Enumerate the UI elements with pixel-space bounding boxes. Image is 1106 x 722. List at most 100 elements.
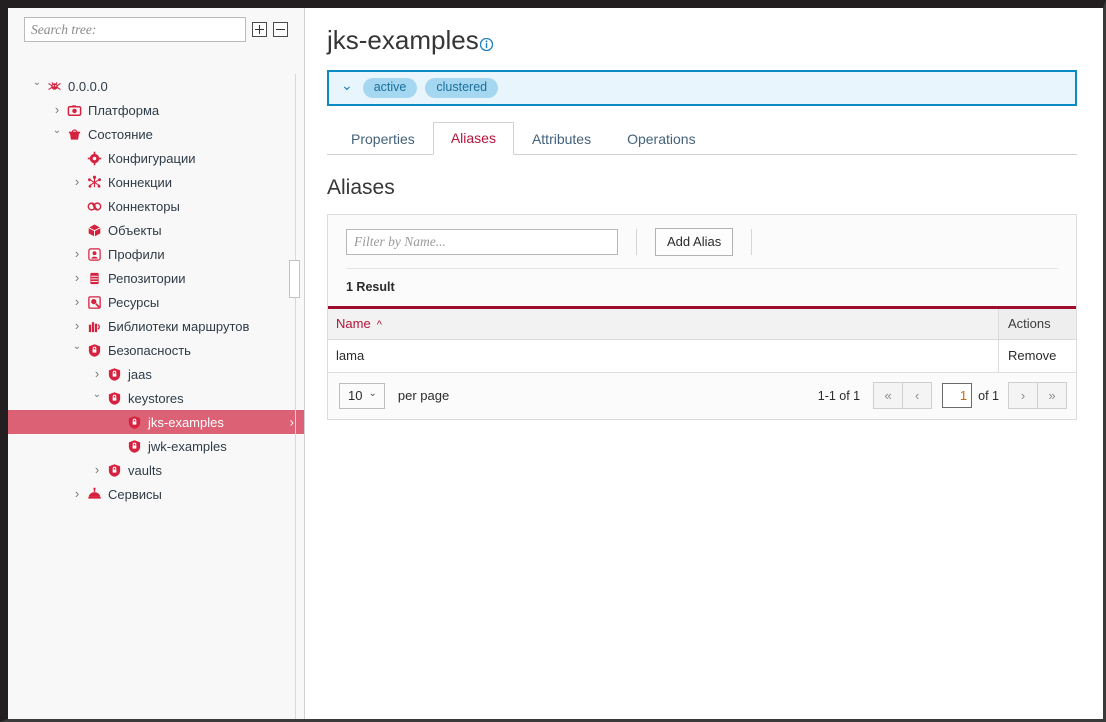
tree-item-[interactable]: Объекты — [8, 218, 304, 242]
section-title: Aliases — [327, 176, 1077, 200]
tree-item-label: Коннекторы — [108, 199, 180, 214]
gear-icon — [84, 151, 104, 166]
table-row[interactable]: lamaRemove — [328, 340, 1076, 373]
tree-item-label: Ресурсы — [108, 295, 159, 310]
chevron-down-icon: ⌄ — [368, 388, 376, 399]
tree-item-[interactable]: Ресурсы — [8, 290, 304, 314]
tree-item-[interactable]: Платформа — [8, 98, 304, 122]
tree-item-jks-examples[interactable]: jks-examples › — [8, 410, 304, 434]
cube-icon — [84, 223, 104, 238]
tree-sidebar: 0.0.0.0 Платформа Состояние Конфигурации Кон… — [8, 8, 305, 719]
chevron-right-icon[interactable] — [70, 247, 84, 261]
info-icon[interactable] — [480, 27, 493, 40]
tree-item-[interactable]: Репозитории — [8, 266, 304, 290]
filter-by-name-input[interactable] — [346, 229, 618, 255]
status-badge-active: active — [363, 78, 418, 98]
tree-item-label: Профили — [108, 247, 165, 262]
shield-icon — [124, 415, 144, 430]
first-page-button[interactable]: « — [873, 382, 903, 409]
profile-icon — [84, 247, 104, 262]
tree-search-row — [8, 8, 304, 42]
expand-all-icon[interactable] — [252, 22, 267, 37]
tree-item-[interactable]: Профили — [8, 242, 304, 266]
search-tree-input[interactable] — [24, 17, 246, 42]
tree-item-keystores[interactable]: keystores — [8, 386, 304, 410]
chevron-down-icon[interactable]: ⌄ — [341, 78, 353, 92]
chevron-right-icon[interactable] — [90, 367, 104, 381]
tree-item-label: Коннекции — [108, 175, 172, 190]
add-alias-button[interactable]: Add Alias — [655, 228, 733, 256]
status-bar: ⌄ active clustered — [327, 70, 1077, 106]
chevron-right-icon[interactable] — [90, 463, 104, 477]
tree-item-[interactable]: Коннекторы — [8, 194, 304, 218]
tree-item-label: Репозитории — [108, 271, 185, 286]
last-page-button[interactable]: » — [1037, 382, 1067, 409]
tree-item-[interactable]: Конфигурации — [8, 146, 304, 170]
tree-scrollbar-track — [295, 74, 296, 719]
tree-item-0-0-0-0[interactable]: 0.0.0.0 — [8, 74, 304, 98]
aliases-toolbar: Add Alias — [328, 215, 1076, 268]
tree-item-[interactable]: Сервисы — [8, 482, 304, 506]
chevron-down-icon[interactable] — [50, 129, 64, 139]
tree-item-label: Безопасность — [108, 343, 191, 358]
chevron-down-icon[interactable] — [70, 345, 84, 355]
table-header-row: Name^ Actions — [328, 309, 1076, 340]
tree-item-label: Сервисы — [108, 487, 162, 502]
chevron-right-icon[interactable] — [70, 175, 84, 189]
connect-icon — [84, 199, 104, 214]
status-badge-clustered: clustered — [425, 78, 498, 98]
total-pages-label: of 1 — [978, 389, 999, 403]
tree-item-label: keystores — [128, 391, 184, 406]
toolbar-divider-2 — [751, 229, 752, 255]
tab-aliases[interactable]: Aliases — [433, 122, 514, 155]
tree-item-[interactable]: Состояние — [8, 122, 304, 146]
services-icon — [84, 487, 104, 502]
tab-operations[interactable]: Operations — [609, 123, 713, 155]
chevron-right-icon[interactable] — [70, 319, 84, 333]
tree-item-[interactable]: Библиотеки маршрутов — [8, 314, 304, 338]
tree-item-label: Состояние — [88, 127, 153, 142]
chevron-right-icon[interactable] — [70, 295, 84, 309]
tab-bar: PropertiesAliasesAttributesOperations — [327, 120, 1077, 155]
tab-attributes[interactable]: Attributes — [514, 123, 609, 155]
tree-item-vaults[interactable]: vaults — [8, 458, 304, 482]
aliases-table: Name^ Actions lamaRemove — [328, 309, 1076, 373]
chevron-down-icon[interactable] — [30, 81, 44, 91]
shield-icon — [104, 367, 124, 382]
page-title: jks-examples — [327, 25, 1077, 56]
tree-item-label: jaas — [128, 367, 152, 382]
network-icon — [84, 175, 104, 190]
tree-item-[interactable]: Безопасность — [8, 338, 304, 362]
aliases-table-wrap: Name^ Actions lamaRemove — [328, 306, 1076, 373]
tree-item-label: 0.0.0.0 — [68, 79, 108, 94]
page-number-input[interactable] — [942, 383, 972, 408]
chevron-right-icon[interactable] — [50, 103, 64, 117]
aliases-panel: Add Alias 1 Result Name^ Actions lamaRem… — [327, 214, 1077, 420]
tree-item-label: jwk-examples — [148, 439, 227, 454]
page-size-select[interactable]: 10 ⌄ — [339, 383, 385, 409]
tree-item-jwk-examples[interactable]: jwk-examples — [8, 434, 304, 458]
per-page-label: per page — [398, 388, 449, 403]
basket-icon — [64, 127, 84, 142]
chevron-down-icon[interactable] — [90, 393, 104, 403]
chevron-right-icon[interactable] — [70, 271, 84, 285]
tree-item-jaas[interactable]: jaas — [8, 362, 304, 386]
shield-icon — [104, 391, 124, 406]
chevron-right-icon[interactable] — [70, 487, 84, 501]
tree-item-[interactable]: Коннекции — [8, 170, 304, 194]
collapse-all-icon[interactable] — [273, 22, 288, 37]
caret-up-icon: ^ — [377, 319, 382, 331]
database-icon — [84, 271, 104, 286]
tree-item-label: Библиотеки маршрутов — [108, 319, 249, 334]
tree-item-label: Объекты — [108, 223, 162, 238]
column-header-name[interactable]: Name^ — [328, 309, 999, 340]
tree-item-label: jks-examples — [148, 415, 224, 430]
tab-properties[interactable]: Properties — [333, 123, 433, 155]
tree-item-label: vaults — [128, 463, 162, 478]
previous-page-button[interactable]: ‹ — [902, 382, 932, 409]
tree-scrollbar-thumb[interactable] — [289, 260, 300, 298]
next-page-button[interactable]: › — [1008, 382, 1038, 409]
chevron-right-icon[interactable]: › — [290, 415, 294, 430]
remove-alias-button[interactable]: Remove — [999, 340, 1077, 373]
pagination-controls: 1-1 of 1 « ‹ of 1 › » — [818, 382, 1067, 409]
